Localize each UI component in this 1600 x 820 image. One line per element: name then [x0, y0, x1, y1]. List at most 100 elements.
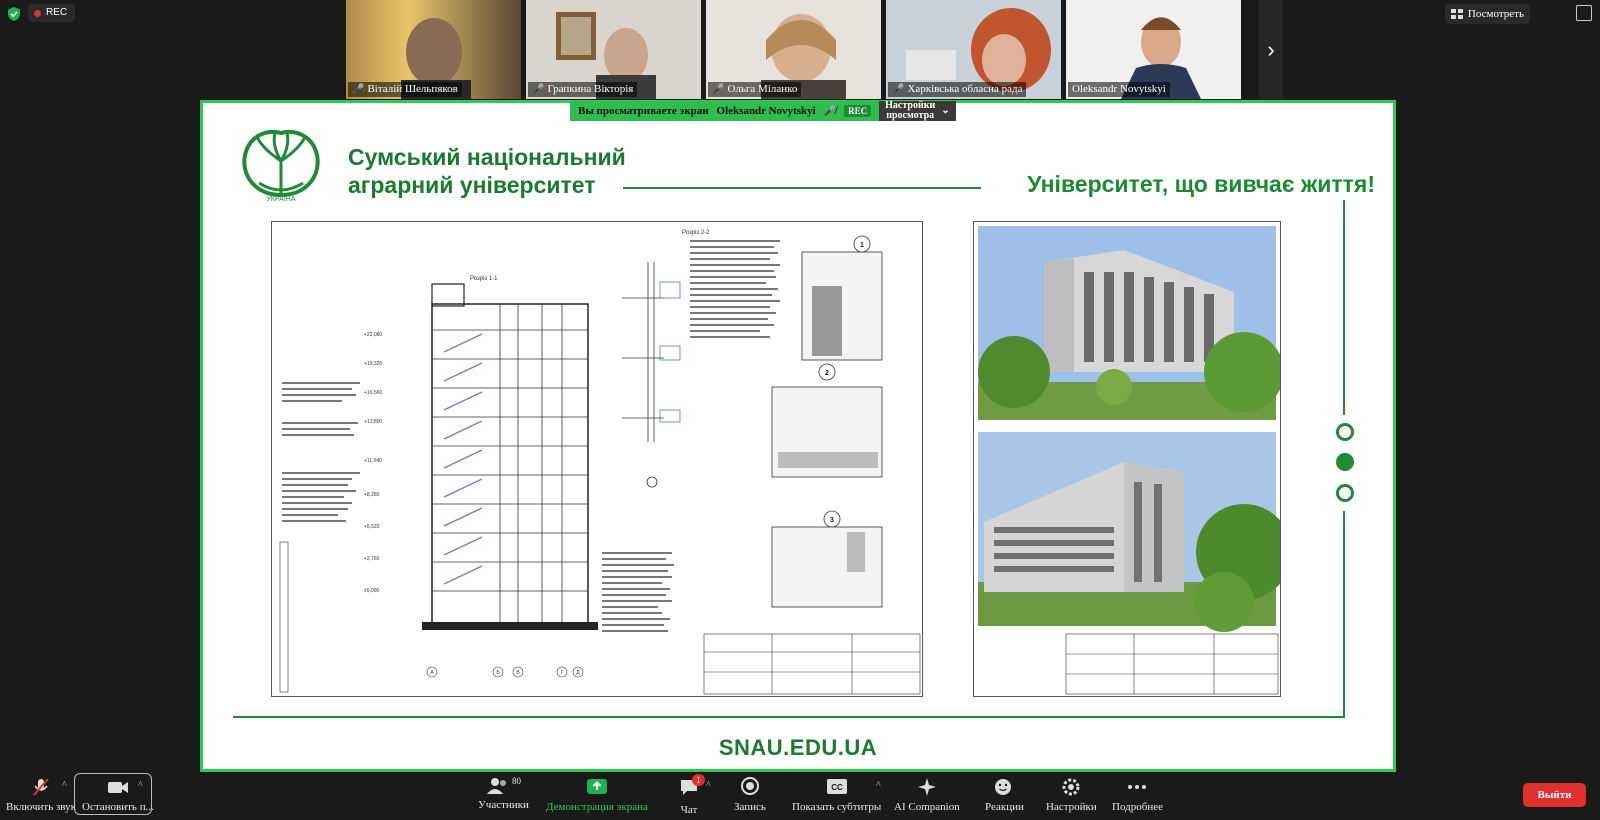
settings-button[interactable]: Настройки [1046, 776, 1097, 813]
svg-text:А: А [430, 670, 434, 676]
mic-muted-icon: 🎤̸ [532, 84, 545, 95]
mic-muted-icon: 🎤̸ [712, 84, 725, 95]
svg-text:УКРАЇНА: УКРАЇНА [266, 195, 295, 203]
next-participants-button[interactable]: › [1259, 0, 1283, 99]
render-title-block [1065, 633, 1279, 695]
participant-name: 🎤̸ Віталій Шельпяков [348, 82, 462, 97]
slide-nav-dot [1336, 423, 1354, 441]
ai-companion-button[interactable]: AI Companion [894, 776, 960, 813]
shield-icon[interactable] [6, 6, 22, 22]
svg-text:Г: Г [561, 670, 564, 676]
svg-text:Б: Б [496, 670, 500, 676]
reactions-icon [995, 779, 1012, 795]
participant-tile[interactable]: 🎤̸ Віталій Шельпяков [346, 0, 521, 99]
share-banner: Вы просматриваете экран Oleksandr Novyts… [570, 101, 956, 121]
share-screen-icon [586, 779, 607, 794]
rendering-images [978, 226, 1292, 695]
slide-nav-dot-active [1336, 453, 1354, 471]
level-marks: +22,080 +19,320 +16,560 +13,800 +11,040 … [364, 332, 382, 594]
participants-icon [486, 778, 506, 794]
recording-indicator[interactable]: REC [28, 4, 76, 22]
svg-text:В: В [516, 670, 520, 676]
svg-text:Розріз 2-2: Розріз 2-2 [682, 230, 710, 236]
mic-muted-icon: 🎤̸ [823, 105, 837, 117]
top-bar: REC 🎤̸ Віталій Шельпяков 🎤̸ Грапкина Вікто… [0, 0, 1600, 100]
university-logo: УКРАЇНА [242, 130, 320, 203]
video-options-caret[interactable]: ^ [138, 780, 143, 791]
record-button[interactable]: Запись [734, 776, 766, 813]
participant-tile-active[interactable]: Oleksandr Novytskyi [1066, 0, 1241, 99]
shared-screen: УКРАЇНА Сумський національний аграрний у… [200, 100, 1396, 772]
chevron-down-icon: ⌄ [941, 105, 950, 116]
stair-flights [443, 333, 483, 585]
recording-dot-icon [34, 9, 41, 17]
gear-icon [1062, 778, 1080, 796]
slogan: Університет, що вивчає життя! [1027, 171, 1375, 197]
header-rule [623, 187, 981, 189]
chat-unread-badge: 1 [692, 774, 705, 786]
chat-button[interactable]: 1 Чат [678, 774, 705, 816]
svg-text:Розріз 1-1: Розріз 1-1 [470, 276, 498, 282]
view-options-button[interactable]: Посмотреть [1444, 4, 1530, 24]
svg-text:+19,320: +19,320 [364, 361, 382, 367]
participant-name: 🎤̸ Ольга Міланко [708, 82, 802, 97]
architectural-section-drawing: Розріз 1-1 Розріз 2-2 +22,080 +19,320 +1… [271, 221, 923, 697]
side-rule-bottom [1343, 511, 1345, 716]
slide-nav-dot [1336, 484, 1354, 502]
footer-rule [233, 716, 1345, 718]
banner-rec-badge: REC [844, 105, 872, 117]
svg-text:+16,560: +16,560 [364, 390, 382, 396]
more-button[interactable]: Подробнее [1112, 776, 1163, 813]
svg-text:+22,080: +22,080 [364, 332, 382, 338]
title-block [703, 633, 921, 695]
chat-options-caret[interactable]: ^ [706, 780, 711, 791]
captions-button[interactable]: CC Показать субтитры [792, 776, 881, 813]
captions-icon: CC [826, 779, 847, 794]
detail-nodes [771, 235, 883, 608]
captions-options-caret[interactable]: ^ [876, 780, 881, 791]
section-drawing: Розріз 1-1 Розріз 2-2 +22,080 +19,320 +1… [279, 230, 921, 695]
svg-text:1: 1 [860, 242, 864, 249]
svg-text:Д: Д [576, 670, 580, 676]
more-icon [1128, 785, 1147, 789]
audio-options-caret[interactable]: ^ [62, 780, 67, 791]
svg-text:+2,760: +2,760 [364, 556, 380, 562]
reactions-button[interactable]: Реакции [985, 776, 1024, 813]
participant-tile[interactable]: 🎤̸ Харківська обласна рада [886, 0, 1061, 99]
participants-button[interactable]: 80 Участники [478, 776, 529, 811]
building-renderings [973, 221, 1292, 697]
website-url: SNAU.EDU.UA [718, 735, 878, 760]
mic-off-icon [33, 778, 49, 796]
fullscreen-icon[interactable] [1576, 5, 1592, 21]
record-icon [740, 777, 759, 795]
participant-strip: 🎤̸ Віталій Шельпяков 🎤̸ Грапкина Вікторія … [346, 0, 1241, 99]
participant-name: 🎤̸ Харківська обласна рада [888, 82, 1027, 97]
mic-muted-icon: 🎤̸ [352, 84, 365, 95]
grid-view-icon [1450, 9, 1463, 19]
participant-name: 🎤̸ Грапкина Вікторія [528, 82, 638, 97]
view-settings-button[interactable]: Настройки просмотра ⌄ [879, 101, 956, 121]
svg-text:2: 2 [825, 370, 829, 377]
meeting-toolbar: Включить звук ^ Остановить п... ^ 80 Уча… [0, 772, 1600, 820]
sparkle-icon [917, 778, 936, 796]
participant-count: 80 [511, 776, 521, 786]
spec-notes [282, 240, 780, 632]
participant-tile[interactable]: 🎤̸ Грапкина Вікторія [526, 0, 701, 99]
stop-video-button[interactable]: Остановить п... [82, 776, 154, 813]
mic-muted-icon: 🎤̸ [892, 84, 905, 95]
share-screen-button[interactable]: Демонстрация экрана [546, 776, 648, 813]
svg-text:3: 3 [830, 517, 834, 524]
video-camera-icon [107, 782, 128, 793]
participant-name: Oleksandr Novytskyi [1068, 82, 1170, 97]
svg-text:CC: CC [831, 783, 843, 792]
participant-tile[interactable]: 🎤̸ Ольга Міланко [706, 0, 881, 99]
university-name: Сумський національний аграрний університ… [348, 144, 626, 198]
viewing-notice: Вы просматриваете экран Oleksandr Novyts… [570, 101, 880, 121]
leave-button[interactable]: Выйти [1523, 783, 1586, 807]
side-rule-top [1343, 200, 1345, 415]
recording-label: REC [46, 7, 68, 18]
axis-circles [426, 666, 584, 678]
svg-text:+11,040: +11,040 [364, 458, 382, 464]
svg-text:+13,800: +13,800 [364, 419, 382, 425]
svg-text:±0,000: ±0,000 [364, 588, 379, 594]
